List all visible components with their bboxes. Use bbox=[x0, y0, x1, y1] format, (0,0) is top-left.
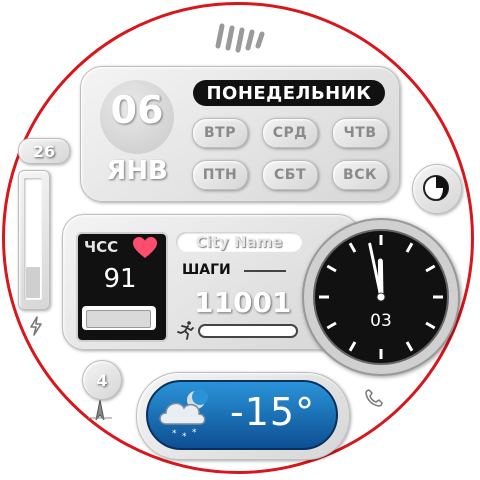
brand-logo-icon bbox=[215, 23, 265, 53]
day-chip-sun[interactable]: ВСК bbox=[332, 160, 388, 190]
notification-count-badge[interactable]: 4 bbox=[82, 360, 122, 400]
analog-clock-face: 03 bbox=[313, 229, 449, 365]
day-number: 06 bbox=[110, 88, 164, 132]
svg-text:*: * bbox=[192, 428, 197, 438]
steps-divider bbox=[244, 270, 286, 272]
month-label: ЯНВ bbox=[106, 156, 168, 186]
svg-text:*: * bbox=[182, 432, 187, 442]
heart-icon bbox=[133, 237, 157, 258]
heart-rate-value: 91 bbox=[103, 264, 137, 294]
running-person-icon bbox=[177, 321, 194, 340]
location-arrow-icon[interactable] bbox=[86, 398, 114, 424]
cloud-snow-night-icon: * * * bbox=[159, 389, 208, 442]
weekday-label: ПОНЕДЕЛЬНИК bbox=[193, 80, 385, 106]
day-chip-fri[interactable]: ПТН bbox=[192, 160, 248, 190]
day-chip-tue[interactable]: ВТР bbox=[192, 118, 248, 148]
phone-icon[interactable] bbox=[364, 388, 384, 408]
steps-progress-bar bbox=[198, 324, 298, 338]
steps-value[interactable]: 11001 bbox=[194, 286, 291, 319]
moon-phase-icon bbox=[423, 175, 449, 201]
lightning-icon bbox=[30, 316, 42, 336]
day-chip-sat[interactable]: СБТ bbox=[262, 160, 318, 190]
day-chip-thu[interactable]: ЧТВ bbox=[332, 118, 388, 148]
heart-rate-bar-fill bbox=[86, 310, 151, 328]
city-name[interactable]: City Name bbox=[176, 232, 302, 252]
battery-percent-badge[interactable]: 26 bbox=[18, 138, 70, 164]
steps-label: ШАГИ bbox=[182, 262, 231, 278]
clock-date-label: 03 bbox=[370, 311, 392, 331]
clock-center-pin bbox=[376, 292, 386, 302]
temperature-value: -15° bbox=[230, 390, 316, 434]
battery-level-fill bbox=[26, 267, 40, 298]
day-chip-wed[interactable]: СРД bbox=[262, 118, 318, 148]
heart-rate-label: ЧСС bbox=[84, 238, 119, 256]
svg-text:*: * bbox=[172, 429, 177, 439]
